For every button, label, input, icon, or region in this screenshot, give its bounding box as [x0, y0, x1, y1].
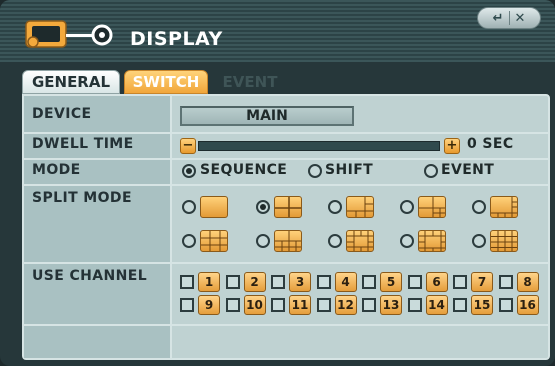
- window-controls: ↵ ✕: [477, 7, 541, 29]
- channel-number-button[interactable]: 1: [198, 272, 220, 292]
- split-radio-9[interactable]: [182, 234, 196, 248]
- display-window: DISPLAY ↵ ✕ GENERAL SWITCH EVENT DEVICE …: [0, 0, 555, 366]
- split-radio-16[interactable]: [472, 234, 486, 248]
- split-radio-8[interactable]: [472, 200, 486, 214]
- channel-number-button[interactable]: 11: [289, 295, 311, 315]
- channel-number-button[interactable]: 6: [425, 272, 448, 292]
- window-title: DISPLAY: [130, 28, 223, 50]
- switch-settings-panel: DEVICE MAIN DWELL TIME − + 0 SEC MODE SE…: [22, 94, 550, 360]
- split-radio-4[interactable]: [256, 200, 270, 214]
- controls-divider: [508, 11, 510, 25]
- tab-switch[interactable]: SWITCH: [124, 70, 208, 94]
- channel-checkbox[interactable]: [498, 298, 513, 312]
- channel-number-button[interactable]: 14: [425, 295, 448, 315]
- split-6-icon[interactable]: [346, 196, 374, 218]
- channel-checkbox[interactable]: [316, 298, 331, 312]
- back-icon[interactable]: ↵: [490, 11, 507, 26]
- channel-checkbox[interactable]: [225, 298, 240, 312]
- channel-checkbox[interactable]: [362, 275, 376, 289]
- channel-checkbox[interactable]: [362, 298, 376, 312]
- split-radio-13[interactable]: [328, 234, 342, 248]
- mode-event-label: EVENT: [441, 162, 495, 178]
- split-16-icon[interactable]: [490, 230, 518, 252]
- channel-number-button[interactable]: 12: [334, 295, 357, 315]
- channel-checkbox[interactable]: [225, 275, 240, 289]
- dwell-time-value: 0 SEC: [467, 136, 514, 152]
- channel-number-button[interactable]: 15: [471, 295, 493, 315]
- dwell-time-slider[interactable]: [198, 141, 440, 151]
- dwell-decrease-button[interactable]: −: [180, 138, 196, 154]
- channel-number-button[interactable]: 5: [380, 272, 402, 292]
- split-radio-7[interactable]: [400, 200, 414, 214]
- channel-checkbox[interactable]: [453, 298, 467, 312]
- channel-checkbox[interactable]: [180, 298, 194, 312]
- channel-number-button[interactable]: 3: [289, 272, 311, 292]
- split-14-icon[interactable]: [418, 230, 446, 252]
- channel-number-button[interactable]: 16: [516, 295, 539, 315]
- display-logo-icon: [25, 20, 113, 48]
- channel-checkbox[interactable]: [180, 275, 194, 289]
- mode-event-radio[interactable]: [424, 164, 438, 178]
- channel-number-button[interactable]: 9: [198, 295, 220, 315]
- dwell-time-label: DWELL TIME: [32, 136, 134, 152]
- channel-number-button[interactable]: 8: [516, 272, 539, 292]
- split-radio-6[interactable]: [328, 200, 342, 214]
- split-radio-10[interactable]: [256, 234, 270, 248]
- channel-number-button[interactable]: 4: [334, 272, 357, 292]
- mode-sequence-radio[interactable]: [182, 164, 196, 178]
- device-value: MAIN: [246, 108, 288, 124]
- split-mode-label: SPLIT MODE: [32, 190, 132, 206]
- channel-checkbox[interactable]: [453, 275, 467, 289]
- channel-number-button[interactable]: 7: [471, 272, 493, 292]
- tab-event-label: EVENT: [222, 73, 278, 91]
- channel-checkbox[interactable]: [407, 275, 422, 289]
- channel-number-button[interactable]: 13: [380, 295, 402, 315]
- tab-event: EVENT: [212, 70, 288, 94]
- channel-checkbox[interactable]: [498, 275, 513, 289]
- row-divider: [24, 324, 548, 326]
- header-bar: DISPLAY ↵ ✕: [0, 0, 555, 62]
- split-radio-1[interactable]: [182, 200, 196, 214]
- dwell-increase-button[interactable]: +: [444, 138, 460, 154]
- mode-label: MODE: [32, 162, 81, 178]
- split-radio-14[interactable]: [400, 234, 414, 248]
- tab-switch-label: SWITCH: [132, 73, 200, 91]
- split-10-icon[interactable]: [274, 230, 302, 252]
- channel-number-button[interactable]: 10: [243, 295, 266, 315]
- split-4-icon[interactable]: [274, 196, 302, 218]
- channel-checkbox[interactable]: [316, 275, 331, 289]
- minus-icon: −: [182, 138, 194, 153]
- split-13-icon[interactable]: [346, 230, 374, 252]
- plus-icon: +: [446, 138, 458, 153]
- channel-checkbox[interactable]: [407, 298, 422, 312]
- mode-sequence-label: SEQUENCE: [200, 162, 288, 178]
- split-8-icon[interactable]: [490, 196, 518, 218]
- channel-checkbox[interactable]: [271, 275, 285, 289]
- split-7-icon[interactable]: [418, 196, 446, 218]
- close-icon[interactable]: ✕: [512, 11, 529, 26]
- channel-number-button[interactable]: 2: [243, 272, 266, 292]
- row-divider: [24, 158, 548, 160]
- mode-shift-radio[interactable]: [308, 164, 322, 178]
- channel-checkbox[interactable]: [271, 298, 285, 312]
- device-label: DEVICE: [32, 106, 92, 122]
- row-divider: [24, 184, 548, 186]
- device-select[interactable]: MAIN: [180, 106, 354, 126]
- split-9-icon[interactable]: [200, 230, 228, 252]
- tab-general[interactable]: GENERAL: [22, 70, 120, 94]
- use-channel-label: USE CHANNEL: [32, 268, 148, 284]
- row-divider: [24, 132, 548, 134]
- tab-general-label: GENERAL: [31, 73, 111, 91]
- split-1-icon[interactable]: [200, 196, 228, 218]
- row-divider: [24, 262, 548, 264]
- mode-shift-label: SHIFT: [325, 162, 374, 178]
